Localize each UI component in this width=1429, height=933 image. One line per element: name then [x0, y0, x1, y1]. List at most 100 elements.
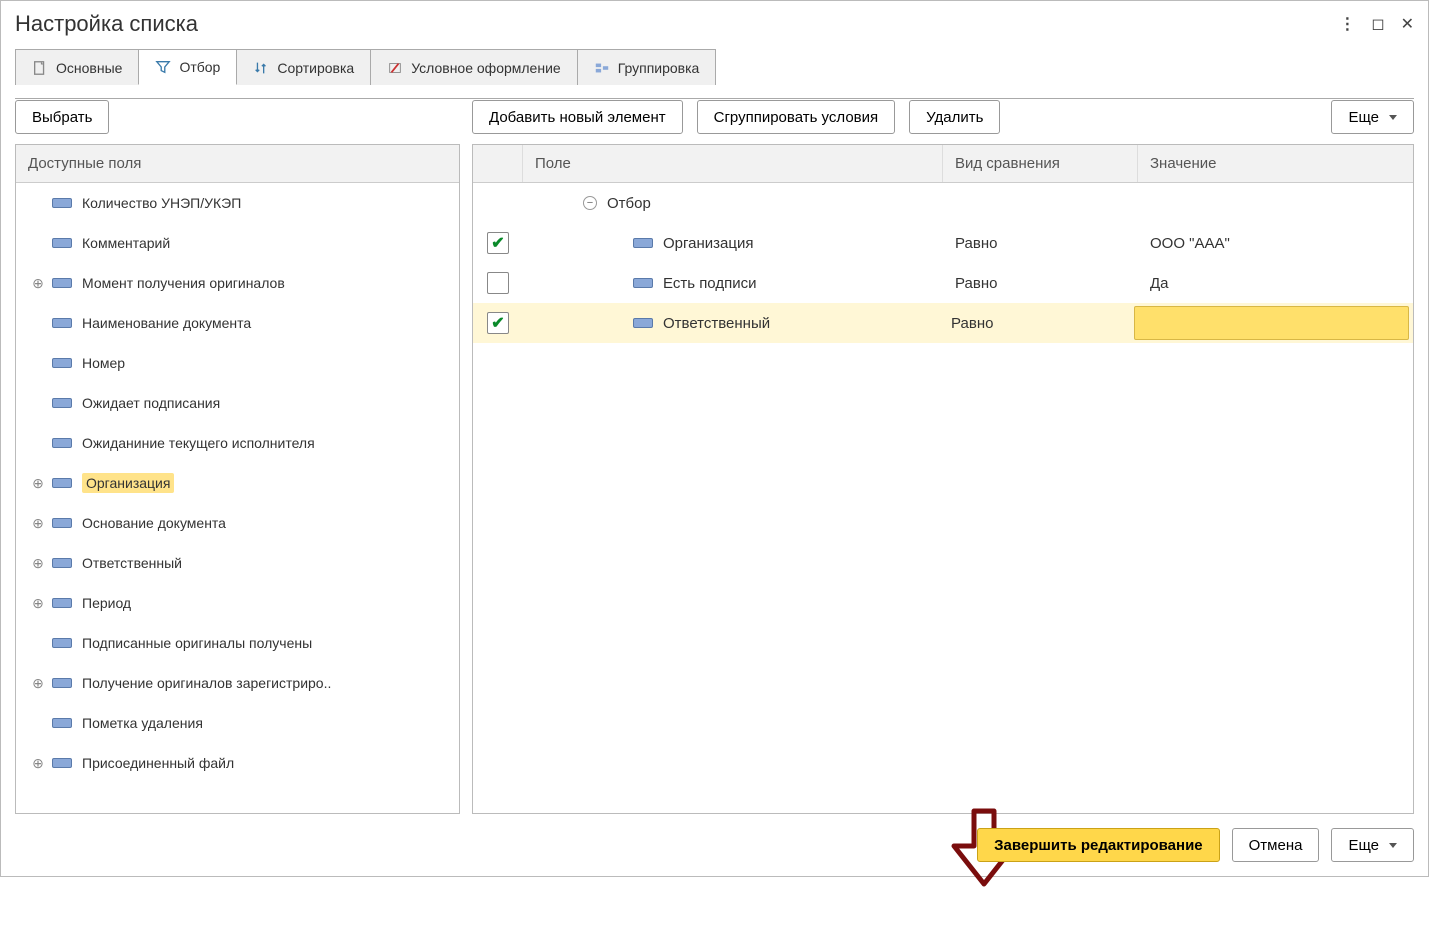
left-panel: Выбрать Доступные поля Количество УНЭП/У… — [15, 100, 460, 814]
field-pill-icon — [52, 318, 72, 328]
footer: Завершить редактирование Отмена Еще — [15, 814, 1414, 866]
filter-group-row[interactable]: − Отбор — [473, 183, 1413, 223]
field-pill-icon — [52, 558, 72, 568]
field-pill-icon — [52, 198, 72, 208]
tab-conditional-label: Условное оформление — [411, 60, 561, 76]
field-tree-item[interactable]: ⊕ Организация — [16, 463, 459, 503]
titlebar: Настройка списка ⋮ ◻ ✕ — [15, 11, 1414, 37]
right-toolbar: Добавить новый элемент Сгруппировать усл… — [472, 100, 1414, 134]
field-pill-icon — [52, 438, 72, 448]
field-pill-icon — [633, 318, 653, 328]
field-pill-icon — [52, 478, 72, 488]
field-label: Подписанные оригиналы получены — [82, 635, 312, 651]
field-pill-icon — [52, 718, 72, 728]
funnel-icon — [155, 59, 171, 75]
row-field: Организация — [663, 235, 753, 252]
row-cmp[interactable]: Равно — [943, 265, 1138, 302]
field-label: Период — [82, 595, 131, 611]
field-tree-item[interactable]: Ожиданиние текущего исполнителя — [16, 423, 459, 463]
field-tree-item[interactable]: Наименование документа — [16, 303, 459, 343]
close-icon[interactable]: ✕ — [1401, 14, 1414, 34]
expand-icon[interactable]: ⊕ — [28, 475, 48, 492]
field-tree-item[interactable]: ⊕ Основание документа — [16, 503, 459, 543]
document-icon — [32, 60, 48, 76]
field-label: Ожиданиние текущего исполнителя — [82, 435, 315, 451]
field-pill-icon — [52, 238, 72, 248]
grid-header-field[interactable]: Поле — [523, 145, 943, 182]
row-cmp[interactable]: Равно — [939, 305, 1134, 342]
expand-icon[interactable]: ⊕ — [28, 675, 48, 692]
field-tree-item[interactable]: Ожидает подписания — [16, 383, 459, 423]
sort-icon — [253, 60, 269, 76]
field-label: Номер — [82, 355, 125, 371]
left-toolbar: Выбрать — [15, 100, 460, 134]
field-pill-icon — [52, 278, 72, 288]
add-element-button[interactable]: Добавить новый элемент — [472, 100, 683, 134]
field-label: Основание документа — [82, 515, 226, 531]
cancel-button[interactable]: Отмена — [1232, 828, 1320, 862]
field-tree-item[interactable]: ⊕ Момент получения оригиналов — [16, 263, 459, 303]
expand-icon[interactable]: ⊕ — [28, 755, 48, 772]
field-label: Организация — [82, 473, 174, 493]
grid-body: − Отбор ОрганизацияРавноООО "ААА"Есть по… — [473, 183, 1413, 813]
list-settings-window: Настройка списка ⋮ ◻ ✕ Основные Отбор Со… — [0, 0, 1429, 877]
field-label: Ответственный — [82, 555, 182, 571]
field-label: Ожидает подписания — [82, 395, 220, 411]
grid-header-cmp[interactable]: Вид сравнения — [943, 145, 1138, 182]
row-field: Есть подписи — [663, 275, 756, 292]
finish-editing-button[interactable]: Завершить редактирование — [977, 828, 1219, 862]
tab-group-label: Группировка — [618, 60, 700, 76]
field-tree-item[interactable]: Комментарий — [16, 223, 459, 263]
grid-header-val[interactable]: Значение — [1138, 145, 1413, 182]
field-pill-icon — [52, 518, 72, 528]
body: Выбрать Доступные поля Количество УНЭП/У… — [15, 100, 1414, 814]
field-tree-item[interactable]: ⊕ Период — [16, 583, 459, 623]
more-button[interactable]: Еще — [1331, 100, 1414, 134]
expand-icon[interactable]: ⊕ — [28, 595, 48, 612]
tab-sort[interactable]: Сортировка — [236, 49, 371, 85]
row-checkbox[interactable] — [487, 272, 509, 294]
group-conditions-button[interactable]: Сгруппировать условия — [697, 100, 896, 134]
expand-icon[interactable]: ⊕ — [28, 515, 48, 532]
field-tree-item[interactable]: Пометка удаления — [16, 703, 459, 743]
footer-more-button[interactable]: Еще — [1331, 828, 1414, 862]
expand-icon[interactable]: ⊕ — [28, 555, 48, 572]
tab-group[interactable]: Группировка — [577, 49, 717, 85]
field-tree-item[interactable]: ⊕ Ответственный — [16, 543, 459, 583]
tab-sort-label: Сортировка — [277, 60, 354, 76]
available-fields-tree[interactable]: Количество УНЭП/УКЭП Комментарий ⊕ Момент п… — [16, 183, 459, 813]
row-value[interactable] — [1134, 306, 1409, 340]
tab-filter[interactable]: Отбор — [138, 49, 237, 85]
row-checkbox[interactable] — [487, 232, 509, 254]
tabs: Основные Отбор Сортировка Условное оформ… — [15, 49, 1414, 85]
filter-row[interactable]: Организация РавноООО "ААА" — [473, 223, 1413, 263]
row-checkbox[interactable] — [487, 312, 509, 334]
menu-icon[interactable]: ⋮ — [1339, 14, 1355, 34]
filter-row[interactable]: Есть подписи РавноДа — [473, 263, 1413, 303]
field-pill-icon — [633, 278, 653, 288]
field-tree-item[interactable]: ⊕ Присоединенный файл — [16, 743, 459, 783]
delete-button[interactable]: Удалить — [909, 100, 1000, 134]
row-value[interactable]: ООО "ААА" — [1138, 225, 1413, 262]
collapse-icon[interactable]: − — [583, 196, 597, 210]
row-cmp[interactable]: Равно — [943, 225, 1138, 262]
filter-grid: Поле Вид сравнения Значение − Отбор Орг — [472, 144, 1414, 814]
row-value[interactable]: Да — [1138, 265, 1413, 302]
field-tree-item[interactable]: ⊕Получение оригиналов зарегистриро.. — [16, 663, 459, 703]
field-tree-item[interactable]: Количество УНЭП/УКЭП — [16, 183, 459, 223]
tab-main[interactable]: Основные — [15, 49, 139, 85]
filter-row[interactable]: ОтветственныйРавно — [473, 303, 1413, 343]
field-pill-icon — [52, 638, 72, 648]
group-icon — [594, 60, 610, 76]
field-tree-item[interactable]: Номер — [16, 343, 459, 383]
maximize-icon[interactable]: ◻ — [1371, 14, 1384, 34]
field-label: Присоединенный файл — [82, 755, 234, 771]
field-tree-item[interactable]: Подписанные оригиналы получены — [16, 623, 459, 663]
expand-icon[interactable]: ⊕ — [28, 275, 48, 292]
select-button[interactable]: Выбрать — [15, 100, 109, 134]
available-fields-panel: Доступные поля Количество УНЭП/УКЭПКомме… — [15, 144, 460, 814]
tab-conditional[interactable]: Условное оформление — [370, 49, 578, 85]
field-label: Комментарий — [82, 235, 170, 251]
field-label: Количество УНЭП/УКЭП — [82, 195, 241, 211]
field-label: Момент получения оригиналов — [82, 275, 285, 291]
